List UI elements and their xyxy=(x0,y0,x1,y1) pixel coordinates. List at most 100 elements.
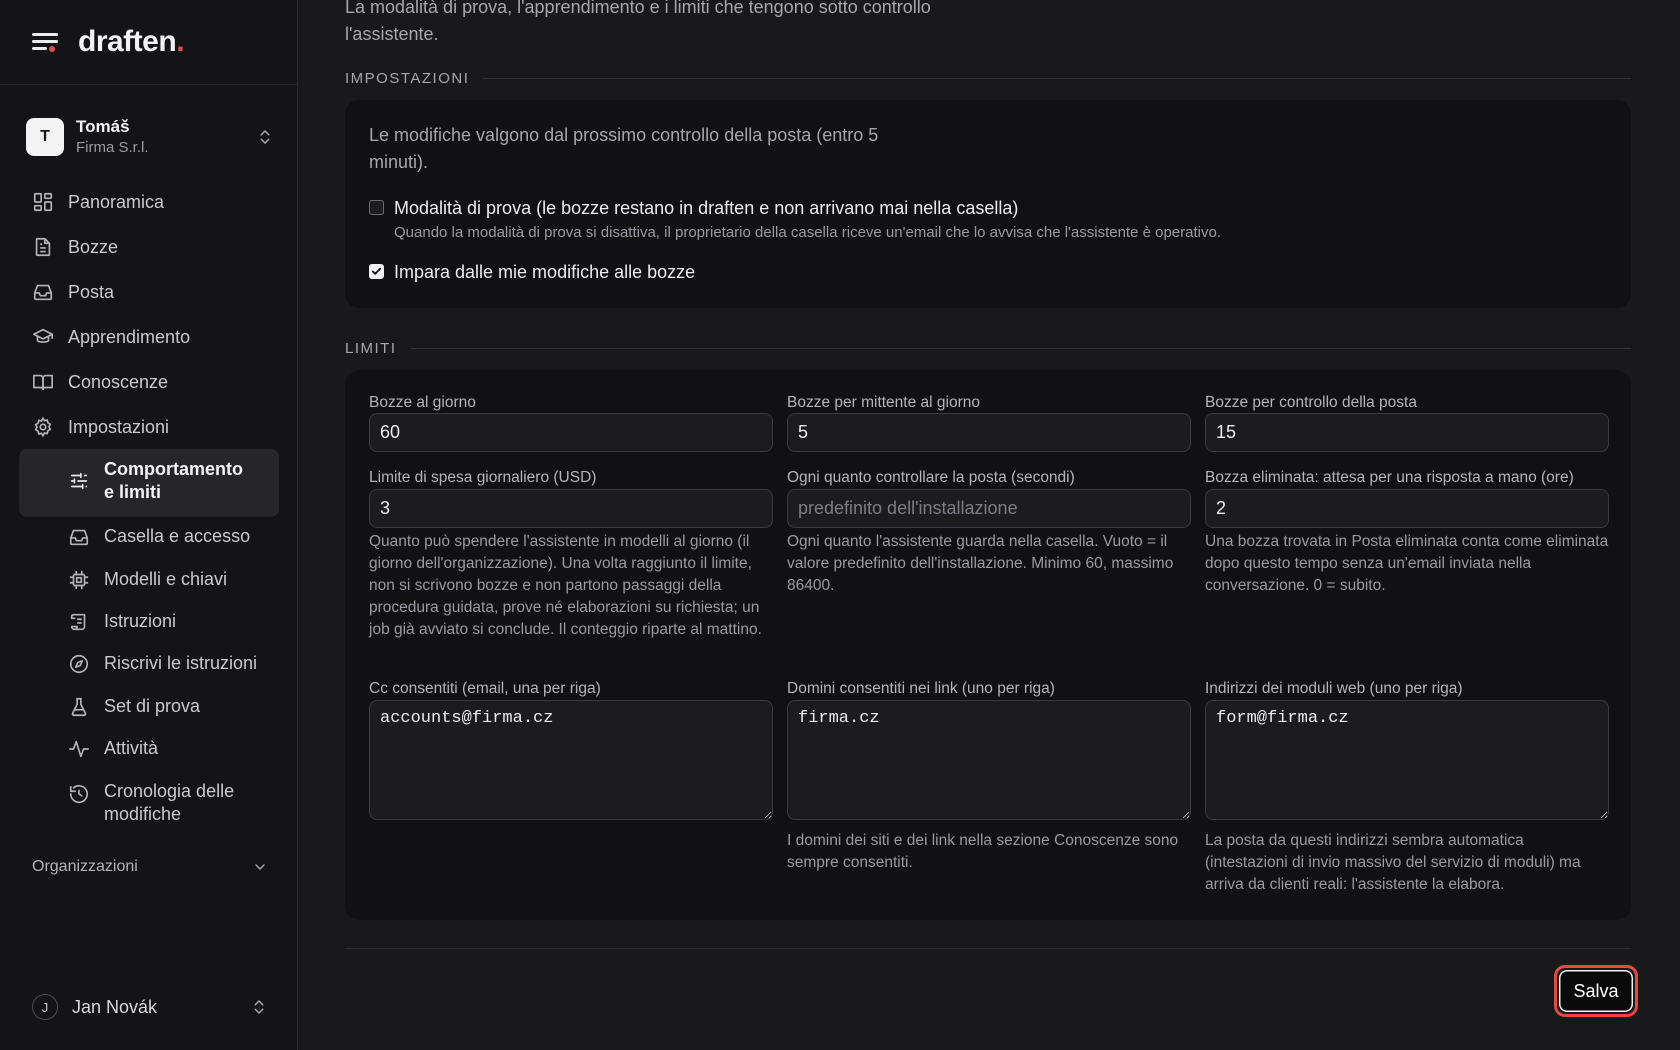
brand-header: draften. xyxy=(0,0,297,85)
section-heading-limiti: LIMITI xyxy=(345,340,1631,357)
settings-card: Le modifiche valgono dal prossimo contro… xyxy=(345,100,1631,308)
scroll-icon xyxy=(70,613,86,630)
drafts-per-check-label: Bozze per controllo della posta xyxy=(1205,394,1417,411)
drafts-per-day-input[interactable] xyxy=(369,413,773,452)
allowed-domains-textarea[interactable]: firma.cz xyxy=(787,700,1191,820)
sidebar-item-bozze[interactable]: Bozze xyxy=(32,235,118,259)
learn-row: Impara dalle mie modifiche alle bozze xyxy=(369,261,695,283)
sidebar-subitem-cronologia-delle-modifiche[interactable]: Cronologia delle modifiche xyxy=(68,780,254,826)
sidebar-subitem-set-di-prova[interactable]: Set di prova xyxy=(68,695,200,718)
section-heading-impostazioni: IMPOSTAZIONI xyxy=(345,70,1631,87)
menu-icon[interactable] xyxy=(32,31,58,53)
sidebar-item-conoscenze[interactable]: Conoscenze xyxy=(32,370,168,394)
test-mode-label[interactable]: Modalità di prova (le bozze restano in d… xyxy=(394,197,1221,219)
spend-limit-help: Quanto può spendere l'assistente in mode… xyxy=(369,533,762,638)
sliders-icon xyxy=(70,472,88,490)
deleted-wait-label: Bozza eliminata: attesa per una risposta… xyxy=(1205,469,1574,486)
settings-note: Le modifiche valgono dal prossimo contro… xyxy=(369,125,879,172)
check-interval-input[interactable] xyxy=(787,489,1191,528)
org-info: Tomáš Firma S.r.l. xyxy=(76,116,256,158)
section-title: LIMITI xyxy=(345,340,397,357)
user-switcher[interactable]: J Jan Novák xyxy=(32,994,268,1020)
user-name: Jan Novák xyxy=(72,996,158,1017)
sidebar-item-label: Panoramica xyxy=(68,191,165,212)
sidebar-subitem-riscrivi-le-istruzioni[interactable]: Riscrivi le istruzioni xyxy=(68,652,257,675)
org-company: Firma S.r.l. xyxy=(76,139,149,156)
activity-icon xyxy=(69,740,89,757)
sidebar-item-label: Casella e accesso xyxy=(104,526,251,546)
gear-icon xyxy=(34,416,52,438)
chevron-down-icon xyxy=(255,864,265,870)
org-name: Tomáš xyxy=(76,117,130,136)
sidebar-item-posta[interactable]: Posta xyxy=(32,280,114,304)
spend-limit-label: Limite di spesa giornaliero (USD) xyxy=(369,469,597,486)
drafts-per-sender-label: Bozze per mittente al giorno xyxy=(787,394,980,411)
main-content: La modalità di prova, l'apprendimento e … xyxy=(298,0,1680,1050)
sidebar-item-panoramica[interactable]: Panoramica xyxy=(32,190,164,214)
flask-icon xyxy=(71,697,87,716)
sidebar-subitem-comportamento-e-limiti[interactable]: Comportamento e limiti xyxy=(68,458,254,504)
sidebar-item-label: Set di prova xyxy=(104,696,201,716)
chevrons-up-down-icon xyxy=(260,130,270,144)
sidebar-item-label: Comportamento e limiti xyxy=(104,459,243,502)
test-mode-text: Modalità di prova (le bozze restano in d… xyxy=(394,197,1221,243)
allowed-cc-textarea[interactable]: accounts@firma.cz xyxy=(369,700,773,820)
sidebar-subitem-istruzioni[interactable]: Istruzioni xyxy=(68,610,176,633)
learn-label[interactable]: Impara dalle mie modifiche alle bozze xyxy=(394,261,695,283)
sidebar: draften. T Tomáš Firma S.r.l. Panoramica… xyxy=(0,0,298,1050)
inbox-icon xyxy=(33,284,53,301)
logo[interactable]: draften. xyxy=(78,25,185,59)
test-mode-help: Quando la modalità di prova si disattiva… xyxy=(394,224,1221,241)
document-icon xyxy=(35,237,51,257)
grid-icon xyxy=(33,192,53,212)
footer-divider xyxy=(345,948,1631,949)
test-mode-row: Modalità di prova (le bozze restano in d… xyxy=(369,197,1221,243)
sidebar-item-label: Riscrivi le istruzioni xyxy=(104,653,258,673)
allowed-cc-label: Cc consentiti (email, una per riga) xyxy=(369,680,601,697)
test-mode-checkbox[interactable] xyxy=(369,200,384,215)
org-avatar: T xyxy=(26,118,64,156)
sidebar-item-label: Impostazioni xyxy=(68,416,170,437)
sidebar-item-apprendimento[interactable]: Apprendimento xyxy=(32,325,190,349)
book-open-icon xyxy=(33,374,53,391)
compass-icon xyxy=(69,654,89,673)
sidebar-item-impostazioni[interactable]: Impostazioni xyxy=(32,415,169,439)
inbox-icon xyxy=(69,529,89,545)
sidebar-item-label: Istruzioni xyxy=(104,611,177,631)
learn-checkbox[interactable] xyxy=(369,264,384,279)
chevrons-up-down-icon xyxy=(254,1000,264,1014)
sidebar-subitem-modelli-e-chiavi[interactable]: Modelli e chiavi xyxy=(68,568,227,591)
allowed-domains-help: I domini dei siti e dei link nella sezio… xyxy=(787,832,1179,871)
org-switcher[interactable]: T Tomáš Firma S.r.l. xyxy=(26,114,274,160)
sidebar-subitem-attivita[interactable]: Attività xyxy=(68,737,158,760)
web-form-addresses-help: La posta da questi indirizzi sembra auto… xyxy=(1205,832,1581,893)
save-button[interactable]: Salva xyxy=(1559,970,1633,1012)
sidebar-item-label: Apprendimento xyxy=(68,326,191,347)
check-interval-label: Ogni quanto controllare la posta (second… xyxy=(787,469,1075,486)
user-avatar: J xyxy=(32,994,58,1020)
drafts-per-sender-input[interactable] xyxy=(787,413,1191,452)
allowed-domains-label: Domini consentiti nei link (uno per riga… xyxy=(787,680,1055,697)
section-title: IMPOSTAZIONI xyxy=(345,70,470,87)
deleted-wait-input[interactable] xyxy=(1205,489,1609,528)
history-icon xyxy=(69,785,89,804)
organizations-label: Organizzazioni xyxy=(32,858,138,875)
drafts-per-check-input[interactable] xyxy=(1205,413,1609,452)
cpu-icon xyxy=(69,570,89,589)
sidebar-item-label: Cronologia delle modifiche xyxy=(104,781,235,824)
deleted-wait-help: Una bozza trovata in Posta eliminata con… xyxy=(1205,533,1609,594)
web-form-addresses-textarea[interactable]: form@firma.cz xyxy=(1205,700,1609,820)
spend-limit-input[interactable] xyxy=(369,489,773,528)
web-form-addresses-label: Indirizzi dei moduli web (uno per riga) xyxy=(1205,680,1463,697)
check-icon xyxy=(371,267,382,275)
sidebar-item-label: Attività xyxy=(104,738,159,758)
organizations-toggle[interactable]: Organizzazioni xyxy=(32,858,268,876)
drafts-per-day-label: Bozze al giorno xyxy=(369,394,476,411)
sidebar-subitem-casella-e-accesso[interactable]: Casella e accesso xyxy=(68,525,250,548)
check-interval-help: Ogni quanto l'assistente guarda nella ca… xyxy=(787,533,1174,594)
limits-card: Bozze al giorno Bozze per mittente al gi… xyxy=(345,370,1631,920)
sidebar-item-label: Posta xyxy=(68,281,115,302)
page-intro: La modalità di prova, l'apprendimento e … xyxy=(345,0,931,44)
graduation-cap-icon xyxy=(33,328,53,343)
sidebar-item-label: Bozze xyxy=(68,236,119,257)
